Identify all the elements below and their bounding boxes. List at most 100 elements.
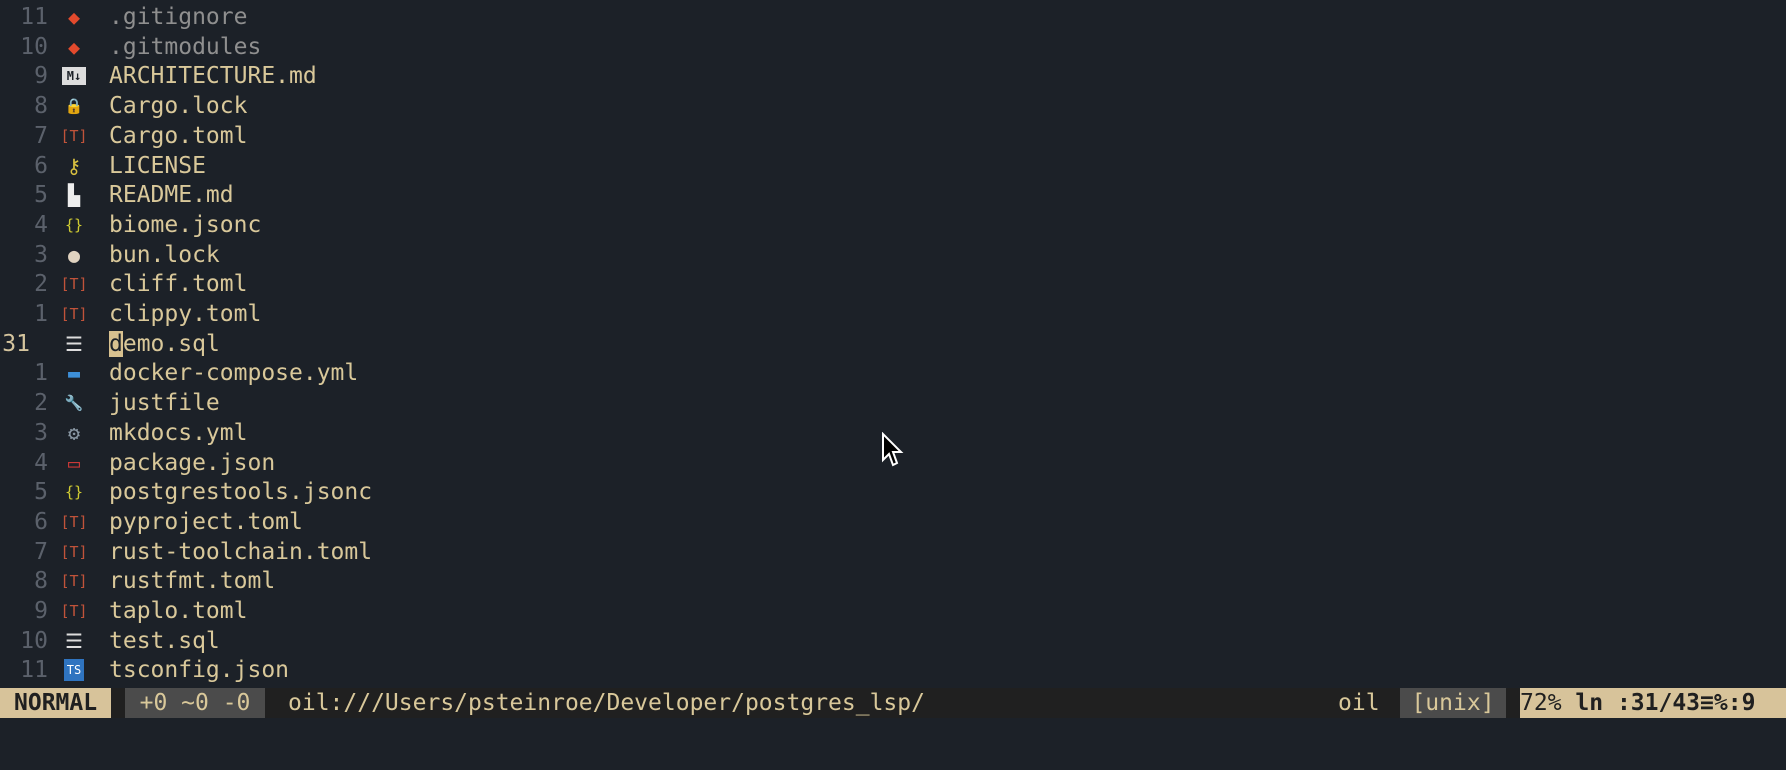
file-name[interactable]: docker-compose.yml (109, 358, 358, 388)
line-number: 5 (34, 479, 48, 506)
file-name[interactable]: .gitignore (109, 2, 247, 32)
file-row[interactable]: 8 [T] rustfmt.toml (0, 566, 1786, 596)
file-row[interactable]: 7 [T] rust-toolchain.toml (0, 537, 1786, 567)
text-cursor: d (109, 330, 123, 357)
file-row[interactable]: 1 [T] clippy.toml (0, 299, 1786, 329)
npm-icon: ▭ (67, 450, 81, 475)
typescript-icon: TS (64, 659, 84, 682)
toml-icon: [T] (60, 126, 88, 145)
file-name[interactable]: postgrestools.jsonc (109, 477, 372, 507)
toml-icon: [T] (60, 572, 88, 591)
file-name[interactable]: .gitmodules (109, 32, 261, 62)
line-number: 9 (34, 598, 48, 624)
scroll-percent: 72% (1520, 690, 1562, 716)
file-name[interactable]: test.sql (109, 626, 220, 656)
file-name[interactable]: clippy.toml (109, 299, 261, 329)
docker-icon: ▬ (67, 361, 81, 386)
line-number: 10 (20, 33, 48, 60)
markdown-icon: M↓ (62, 67, 86, 86)
file-row[interactable]: 7 [T] Cargo.toml (0, 121, 1786, 151)
line-number: 3 (34, 241, 48, 268)
file-row[interactable]: 31 ☰ demo.sql (0, 329, 1786, 359)
file-row[interactable]: 9 [T] taplo.toml (0, 596, 1786, 626)
buffer-path: oil:///Users/psteinroe/Developer/postgre… (288, 690, 925, 716)
readme-icon: ▙ (67, 183, 81, 208)
line-number: 7 (34, 538, 48, 565)
git-icon: ◆ (67, 34, 81, 59)
file-row[interactable]: 10 ◆ .gitmodules (0, 32, 1786, 62)
mouse-pointer-icon (882, 432, 904, 467)
file-row[interactable]: 8 🔒 Cargo.lock (0, 91, 1786, 121)
line-number: 4 (34, 211, 48, 238)
line-number: 11 (20, 4, 48, 30)
file-name[interactable]: bun.lock (109, 240, 220, 270)
toml-icon: [T] (60, 542, 88, 561)
line-number: 31 (2, 330, 30, 357)
file-name[interactable]: rust-toolchain.toml (109, 537, 372, 567)
file-name[interactable]: justfile (109, 388, 220, 418)
line-number: 10 (20, 627, 48, 654)
toml-icon: [T] (60, 305, 88, 323)
toml-icon: [T] (60, 512, 88, 531)
line-number: 7 (34, 122, 48, 149)
file-row[interactable]: 3 ● bun.lock (0, 240, 1786, 270)
file-row[interactable]: 2 [T] cliff.toml (0, 269, 1786, 299)
file-row[interactable]: 1 ▬ docker-compose.yml (0, 358, 1786, 388)
file-name[interactable]: demo.sql (109, 329, 220, 359)
line-column: ln :31/43≡%:9 (1575, 690, 1756, 716)
file-row[interactable]: 4 {} biome.jsonc (0, 210, 1786, 240)
line-number: 5 (34, 182, 48, 209)
command-line[interactable] (0, 718, 1786, 770)
database-icon: ☰ (65, 331, 83, 356)
file-row[interactable]: 9 M↓ ARCHITECTURE.md (0, 61, 1786, 91)
file-name[interactable]: biome.jsonc (109, 210, 261, 240)
git-icon: ◆ (67, 5, 81, 29)
line-number: 1 (34, 301, 48, 327)
file-name[interactable]: rustfmt.toml (109, 566, 275, 596)
file-row[interactable]: 5 {} postgrestools.jsonc (0, 477, 1786, 507)
file-name[interactable]: LICENSE (109, 151, 206, 181)
git-diff-summary: +0 ~0 -0 (125, 688, 265, 718)
file-row[interactable]: 11 ◆ .gitignore (0, 2, 1786, 32)
file-row[interactable]: 6 [T] pyproject.toml (0, 507, 1786, 537)
toml-icon: [T] (60, 602, 88, 620)
file-row[interactable]: 10 ☰ test.sql (0, 626, 1786, 656)
line-number: 2 (34, 390, 48, 417)
line-number: 8 (34, 568, 48, 595)
file-name[interactable]: taplo.toml (109, 596, 247, 626)
database-icon: ☰ (65, 628, 83, 653)
file-name[interactable]: README.md (109, 180, 234, 210)
json-icon: {} (64, 483, 84, 502)
filetype-label: oil (1338, 690, 1380, 716)
mode-indicator: NORMAL (0, 688, 112, 718)
file-name[interactable]: ARCHITECTURE.md (109, 61, 317, 91)
file-name[interactable]: pyproject.toml (109, 507, 303, 537)
file-name[interactable]: package.json (109, 448, 275, 478)
file-name[interactable]: Cargo.lock (109, 91, 247, 121)
file-name[interactable]: tsconfig.json (109, 655, 289, 685)
file-name[interactable]: cliff.toml (109, 269, 247, 299)
line-number: 3 (34, 419, 48, 446)
gear-icon: ⚙ (67, 420, 81, 445)
line-number: 6 (34, 508, 48, 535)
bun-icon: ● (67, 242, 81, 267)
line-number: 9 (34, 63, 48, 90)
cursor-position: 72% ln :31/43≡%:9 (1520, 688, 1786, 718)
file-name[interactable]: mkdocs.yml (109, 418, 247, 448)
file-row[interactable]: 6 ⚷ LICENSE (0, 151, 1786, 181)
file-explorer-buffer[interactable]: 11 ◆ .gitignore 10 ◆ .gitmodules 9 M↓ ARCHITECTU… (0, 0, 1786, 688)
file-row[interactable]: 11 TS tsconfig.json (0, 655, 1786, 685)
file-row[interactable]: 2 🔧 justfile (0, 388, 1786, 418)
line-number: 4 (34, 449, 48, 476)
file-row[interactable]: 5 ▙ README.md (0, 180, 1786, 210)
line-number: 2 (34, 271, 48, 298)
line-number: 8 (34, 93, 48, 120)
file-name-rest: emo.sql (122, 330, 220, 357)
wrench-icon: 🔧 (64, 394, 84, 413)
json-icon: {} (64, 215, 84, 234)
line-number: 11 (20, 657, 48, 684)
line-number: 6 (34, 152, 48, 179)
toml-icon: [T] (60, 275, 88, 294)
license-icon: ⚷ (66, 153, 82, 178)
file-name[interactable]: Cargo.toml (109, 121, 247, 151)
